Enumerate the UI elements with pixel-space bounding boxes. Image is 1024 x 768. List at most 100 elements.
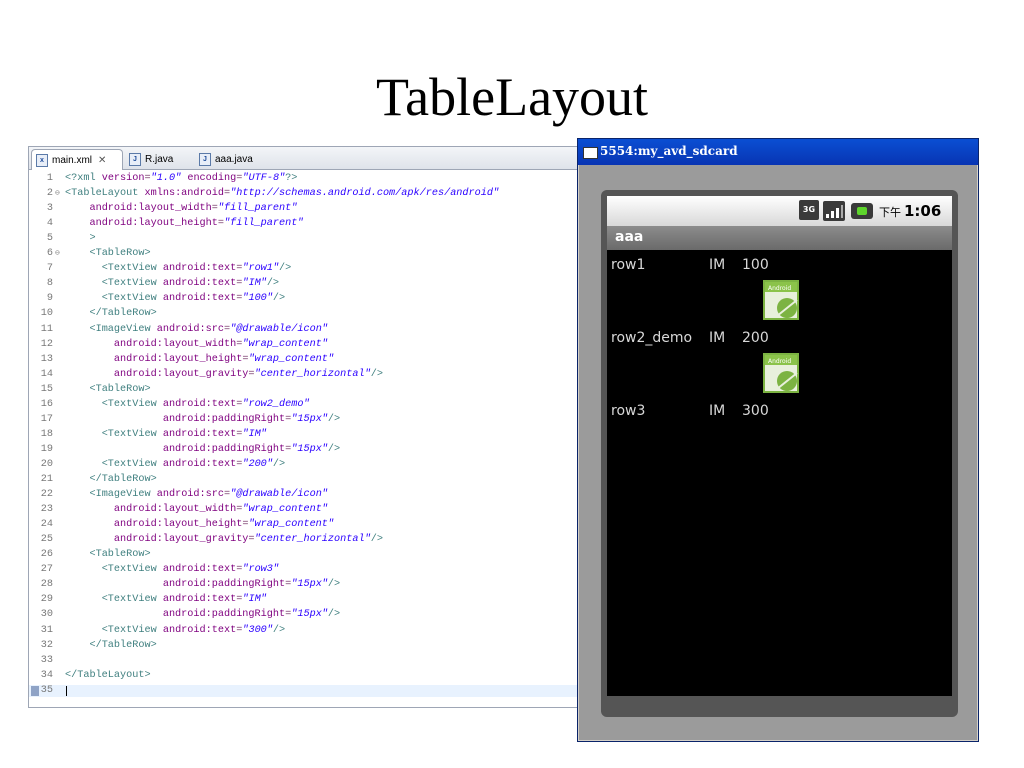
close-icon[interactable]: ✕	[98, 155, 106, 166]
code-line[interactable]: 31 <TextView android:text="300"/>	[29, 625, 581, 637]
code-line[interactable]: 2 ⊖ <TableLayout xmlns:android="http://sch…	[29, 188, 581, 200]
line-number: 23	[40, 504, 53, 516]
code-line[interactable]: 26 <TableRow>	[29, 549, 581, 561]
code-line[interactable]: 18 <TextView android:text="IM"	[29, 429, 581, 441]
line-text: </TableRow>	[89, 308, 157, 320]
line-number: 10	[40, 308, 53, 320]
code-line[interactable]: 23 android:layout_width="wrap_content"	[29, 504, 581, 516]
code-line[interactable]: 29 <TextView android:text="IM"	[29, 594, 581, 606]
code-line[interactable]: 20 <TextView android:text="200"/>	[29, 459, 581, 471]
tab-label: R.java	[145, 153, 174, 165]
android-icon: Android	[763, 280, 799, 320]
line-number: 24	[40, 519, 53, 531]
row2-col3: 200	[742, 330, 769, 346]
code-line[interactable]: 17 android:paddingRight="15px"/>	[29, 414, 581, 426]
code-line[interactable]: 30 android:paddingRight="15px"/>	[29, 609, 581, 621]
line-number: 19	[40, 443, 53, 455]
editor-tab-bar: x main.xml ✕ J R.java J aaa.java	[29, 147, 581, 170]
line-text: </TableRow>	[89, 474, 157, 485]
text-caret	[66, 685, 67, 696]
code-line[interactable]: 28 android:paddingRight="15px"/>	[29, 579, 581, 591]
line-text: </TableLayout>	[65, 669, 151, 681]
line-number: 2	[46, 188, 53, 200]
android-icon: Android	[763, 353, 799, 393]
emulator-title: 5554:my_avd_sdcard	[600, 144, 738, 158]
row3-col1: row3	[611, 403, 646, 419]
code-line[interactable]: 14 android:layout_gravity="center_horizo…	[29, 369, 581, 381]
line-number: 35	[40, 684, 53, 696]
code-area[interactable]: 1 <?xml version="1.0" encoding="UTF-8"?> 2…	[29, 170, 581, 707]
code-line[interactable]: 4 android:layout_height="fill_parent"	[29, 218, 581, 230]
device-screen[interactable]: 3G 下午 1:06 aaa row1 IM 100 Android row2_…	[607, 196, 952, 696]
tab-r-java[interactable]: J R.java	[125, 149, 195, 169]
line-number: 26	[40, 549, 53, 561]
line-number: 20	[40, 458, 53, 470]
line-number: 31	[40, 624, 53, 636]
line-text: <TextView android:text="IM"/>	[101, 278, 280, 290]
icon-label: Android	[768, 285, 791, 292]
code-line[interactable]: 34 </TableLayout>	[29, 670, 581, 682]
line-text: android:paddingRight="15px"/>	[162, 443, 341, 455]
row1-col2: IM	[709, 257, 726, 273]
line-number: 33	[40, 654, 53, 666]
line-number: 25	[40, 534, 53, 546]
code-line[interactable]: 21 </TableRow>	[29, 474, 581, 486]
code-line[interactable]: 33	[29, 655, 581, 667]
line-number: 28	[40, 579, 53, 591]
code-line[interactable]: 27 <TextView android:text="row3"	[29, 564, 581, 576]
line-number: 4	[46, 218, 53, 230]
emulator-titlebar[interactable]: 5554:my_avd_sdcard	[578, 139, 978, 165]
code-line[interactable]: 15 <TableRow>	[29, 384, 581, 396]
code-line[interactable]: 3 android:layout_width="fill_parent"	[29, 203, 581, 215]
code-line[interactable]: 19 android:paddingRight="15px"/>	[29, 444, 581, 456]
code-line[interactable]: 11 <ImageView android:src="@drawable/ico…	[29, 324, 581, 336]
line-number: 17	[40, 413, 53, 425]
line-text: <TableLayout xmlns:android="http://schem…	[65, 188, 500, 200]
line-number: 3	[46, 203, 53, 215]
line-text: android:paddingRight="15px"/>	[162, 579, 341, 591]
row1-col1: row1	[611, 257, 646, 273]
line-text: <TextView android:text="300"/>	[101, 624, 286, 636]
code-line[interactable]: 12 android:layout_width="wrap_content"	[29, 339, 581, 351]
code-line[interactable]: 10 </TableRow>	[29, 308, 581, 320]
code-line[interactable]: 24 android:layout_height="wrap_content"	[29, 519, 581, 531]
line-text: <ImageView android:src="@drawable/icon"	[89, 489, 328, 501]
line-text: >	[89, 233, 96, 245]
code-line[interactable]: 35	[29, 684, 581, 697]
line-number: 14	[40, 368, 53, 380]
code-line[interactable]: 7 <TextView android:text="row1"/>	[29, 263, 581, 275]
line-text: <TextView android:text="row3"	[101, 564, 280, 576]
line-text: android:layout_height="wrap_content"	[113, 519, 335, 531]
app-title-bar: aaa	[607, 226, 952, 250]
code-line[interactable]: 32 </TableRow>	[29, 640, 581, 652]
line-number: 18	[40, 428, 53, 440]
line-text: </TableRow>	[89, 639, 157, 651]
line-text: <TextView android:text="IM"	[101, 428, 267, 440]
code-line[interactable]: 1 <?xml version="1.0" encoding="UTF-8"?>	[29, 173, 581, 185]
fold-toggle-icon[interactable]: ⊖	[55, 188, 60, 200]
code-line[interactable]: 16 <TextView android:text="row2_demo"	[29, 399, 581, 411]
line-number: 1	[46, 173, 53, 184]
code-line[interactable]: 25 android:layout_gravity="center_horizo…	[29, 534, 581, 546]
fold-toggle-icon[interactable]: ⊖	[55, 248, 60, 260]
code-line[interactable]: 6 ⊖ <TableRow>	[29, 248, 581, 260]
line-number: 21	[40, 474, 53, 485]
line-text: android:layout_width="wrap_content"	[113, 504, 328, 516]
code-editor: x main.xml ✕ J R.java J aaa.java 1 <?xml …	[28, 146, 582, 708]
status-bar: 3G 下午 1:06	[607, 196, 952, 226]
window-icon	[583, 147, 598, 159]
line-number: 32	[40, 639, 53, 651]
tab-main-xml[interactable]: x main.xml ✕	[31, 149, 123, 170]
line-text: android:layout_height="wrap_content"	[113, 353, 335, 365]
row1-col3: 100	[742, 257, 769, 273]
code-line[interactable]: 13 android:layout_height="wrap_content"	[29, 354, 581, 366]
code-line[interactable]: 22 <ImageView android:src="@drawable/ico…	[29, 489, 581, 501]
code-line[interactable]: 9 <TextView android:text="100"/>	[29, 293, 581, 305]
row3-col2: IM	[709, 403, 726, 419]
line-number: 29	[40, 594, 53, 606]
code-line[interactable]: 5 >	[29, 233, 581, 245]
tab-aaa-java[interactable]: J aaa.java	[195, 149, 265, 169]
icon-label: Android	[768, 358, 791, 365]
line-text: android:layout_gravity="center_horizonta…	[113, 368, 383, 380]
code-line[interactable]: 8 <TextView android:text="IM"/>	[29, 278, 581, 290]
